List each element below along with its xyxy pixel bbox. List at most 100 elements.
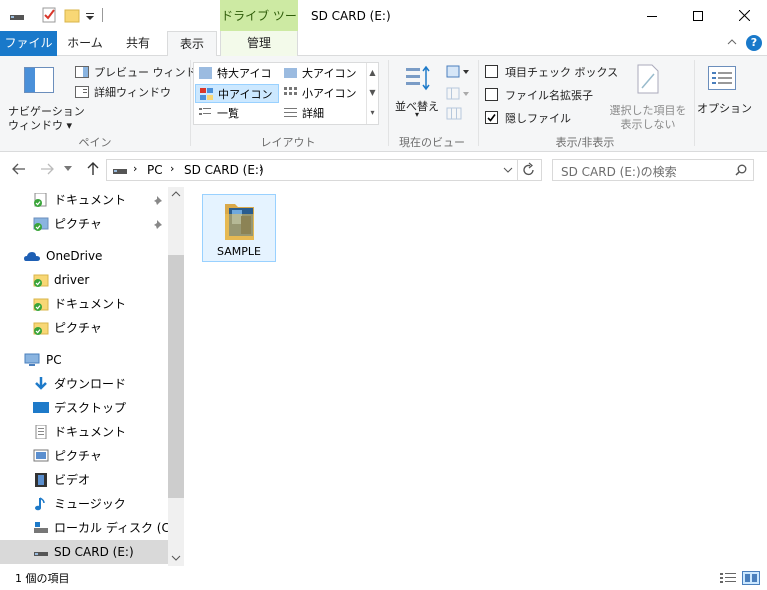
tab-share[interactable]: 共有 xyxy=(113,31,163,56)
minimize-button[interactable] xyxy=(629,0,675,31)
breadcrumb-sd-card[interactable]: SD CARD (E:) xyxy=(184,163,264,177)
layout-list[interactable]: 一覧 xyxy=(195,104,279,123)
sort-by-dropdown-arrow: ▾ xyxy=(414,110,419,119)
breadcrumb-separator[interactable]: › xyxy=(133,162,137,175)
layout-extra-large-icons[interactable]: 特大アイコン xyxy=(195,64,279,99)
nav-item-music[interactable]: ミュージック xyxy=(0,492,168,516)
search-placeholder: SD CARD (E:)の検索 xyxy=(561,165,677,179)
details-pane-icon xyxy=(75,86,89,98)
layout-large-icons[interactable]: 大アイコン xyxy=(280,64,366,83)
context-tab-title: ドライブ ツール xyxy=(220,0,298,56)
preview-pane-button[interactable]: プレビュー ウィンドウ xyxy=(75,64,208,80)
small-icons-icon xyxy=(284,87,297,95)
documents-icon xyxy=(34,193,47,207)
folder-name: SAMPLE xyxy=(217,245,261,258)
nav-scrollbar-thumb[interactable] xyxy=(168,255,184,498)
refresh-icon xyxy=(523,162,534,176)
navigation-pane-button[interactable]: ナビゲーション ウィンドウ ▾ xyxy=(8,61,85,132)
size-columns-icon xyxy=(446,107,462,121)
details-view-icon[interactable] xyxy=(720,572,736,584)
tab-view[interactable]: 表示 xyxy=(167,31,217,57)
properties-icon[interactable] xyxy=(40,7,58,23)
hidden-items-toggle[interactable]: 隠しファイル xyxy=(485,110,610,126)
large-icons-icon xyxy=(284,68,297,78)
refresh-button[interactable] xyxy=(518,159,542,181)
folder-item[interactable]: SAMPLE xyxy=(202,194,276,262)
recent-locations-icon[interactable] xyxy=(64,166,72,172)
details-pane-label: 詳細ウィンドウ xyxy=(94,86,171,99)
ribbon-tab-row: ファイル ホーム 共有 表示 管理 ? xyxy=(0,31,767,57)
hidden-items-checkbox[interactable] xyxy=(485,111,498,124)
collapse-ribbon-icon[interactable] xyxy=(727,38,737,46)
nav-item-desktop[interactable]: デスクトップ xyxy=(0,396,168,420)
group-by-icon[interactable] xyxy=(446,65,470,79)
download-icon xyxy=(35,377,47,390)
folder-icon xyxy=(33,298,49,311)
layout-gallery-scroll[interactable]: ▲ ▼ ▾ xyxy=(366,63,378,124)
sd-card-icon xyxy=(112,166,128,176)
help-icon[interactable]: ? xyxy=(746,35,762,51)
ribbon: ナビゲーション ウィンドウ ▾ プレビュー ウィンドウ 詳細ウィンドウ ペイン … xyxy=(0,56,767,152)
nav-item-downloads[interactable]: ダウンロード xyxy=(0,372,168,396)
file-extensions-label: ファイル名拡張子 xyxy=(505,89,593,102)
sort-by-button[interactable]: 並べ替え ▾ xyxy=(394,62,440,128)
list-icon xyxy=(199,108,211,115)
details-pane-button[interactable]: 詳細ウィンドウ xyxy=(75,84,185,100)
nav-item-sd-card[interactable]: SD CARD (E:) xyxy=(0,540,168,564)
nav-item-driver[interactable]: driver xyxy=(0,268,168,292)
status-bar: 1 個の項目 xyxy=(0,566,767,590)
nav-item-documents[interactable]: ドキュメント xyxy=(0,188,168,212)
scroll-up-icon[interactable] xyxy=(171,191,181,197)
breadcrumb-pc[interactable]: PC xyxy=(147,163,163,177)
nav-item-onedrive[interactable]: OneDrive xyxy=(0,244,168,268)
item-checkbox-label: 項目チェック ボックス xyxy=(505,66,619,79)
layout-medium-icons[interactable]: 中アイコン xyxy=(195,84,279,103)
medium-icons-icon xyxy=(200,88,213,100)
current-view-group-label: 現在のビュー xyxy=(399,136,465,149)
layout-small-icons[interactable]: 小アイコン xyxy=(280,84,366,103)
tab-file[interactable]: ファイル xyxy=(0,31,57,56)
pictures-icon xyxy=(33,217,49,231)
nav-item-local-disk[interactable]: ローカル ディスク (C:) xyxy=(0,516,179,540)
item-checkbox-toggle[interactable]: 項目チェック ボックス xyxy=(485,64,618,80)
new-folder-icon[interactable] xyxy=(63,7,81,23)
file-extensions-checkbox[interactable] xyxy=(485,88,498,101)
large-icons-view-icon[interactable] xyxy=(742,571,760,585)
file-list: SAMPLE xyxy=(185,187,767,566)
tab-home[interactable]: ホーム xyxy=(57,31,113,56)
search-icon[interactable] xyxy=(735,164,747,176)
close-button[interactable] xyxy=(721,0,767,31)
navigation-pane-label-2: ウィンドウ ▾ xyxy=(8,119,73,132)
nav-item-pictures[interactable]: ピクチャ xyxy=(0,212,168,236)
group-separator xyxy=(694,60,695,146)
nav-item-onedrive-documents[interactable]: ドキュメント xyxy=(0,292,168,316)
pin-icon xyxy=(154,196,162,205)
address-bar[interactable]: › PC › SD CARD (E:) › xyxy=(106,159,518,181)
hidden-items-label: 隠しファイル xyxy=(505,112,571,125)
breadcrumb-separator[interactable]: › xyxy=(259,162,263,175)
tab-manage[interactable]: 管理 xyxy=(220,31,298,56)
pane-group-label: ペイン xyxy=(78,136,112,149)
nav-item-onedrive-pictures[interactable]: ピクチャ xyxy=(0,316,168,340)
hide-selected-icon xyxy=(636,64,660,94)
breadcrumb-separator[interactable]: › xyxy=(170,162,174,175)
maximize-button[interactable] xyxy=(675,0,721,31)
nav-item-pc-pictures[interactable]: ピクチャ xyxy=(0,444,168,468)
item-checkbox-checkbox[interactable] xyxy=(485,65,498,78)
qat-separator xyxy=(102,8,103,22)
search-input[interactable]: SD CARD (E:)の検索 xyxy=(552,159,754,181)
layout-group-label: レイアウト xyxy=(260,136,316,149)
up-arrow-icon[interactable] xyxy=(86,162,100,176)
nav-item-videos[interactable]: ビデオ xyxy=(0,468,168,492)
customize-qat-icon[interactable] xyxy=(84,7,102,23)
window-title: SD CARD (E:) xyxy=(311,9,391,23)
scroll-down-icon[interactable] xyxy=(171,555,181,561)
address-dropdown-icon[interactable] xyxy=(503,167,513,173)
nav-item-pc[interactable]: PC xyxy=(0,348,168,372)
nav-item-pc-documents[interactable]: ドキュメント xyxy=(0,420,168,444)
maximize-icon xyxy=(693,10,703,21)
file-extensions-toggle[interactable]: ファイル名拡張子 xyxy=(485,87,610,103)
options-button[interactable]: オプション xyxy=(697,62,752,128)
back-arrow-icon[interactable] xyxy=(12,163,26,175)
layout-details[interactable]: 詳細 xyxy=(280,104,366,123)
